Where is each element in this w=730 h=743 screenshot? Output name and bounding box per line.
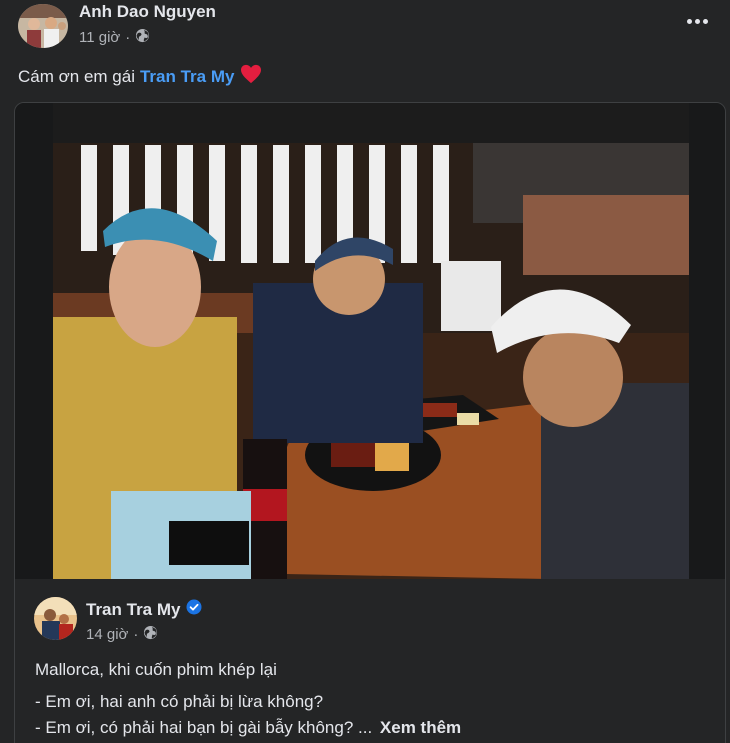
shared-post-body: Tran Tra My 14 giờ · Mallorca, khi cuốn … [15,579,725,743]
mention-link[interactable]: Tran Tra My [140,66,234,88]
verified-badge-icon [186,599,202,620]
shared-photo[interactable] [15,103,725,579]
meta-separator: · [133,626,139,643]
post-header: Anh Dao Nguyen 11 giờ · [0,0,730,56]
globe-icon [143,625,158,645]
shared-author-name[interactable]: Tran Tra My [86,600,180,620]
more-options-icon[interactable] [684,8,710,34]
shared-author-avatar[interactable] [34,597,77,640]
shared-post-time[interactable]: 14 giờ [86,626,128,644]
author-avatar[interactable] [18,4,68,48]
shared-post-text-line2: - Em ơi, hai anh có phải bị lừa không? [35,692,324,711]
meta-separator: · [125,29,131,46]
shared-post[interactable]: Tran Tra My 14 giờ · Mallorca, khi cuốn … [14,102,726,743]
shared-post-text-line1: Mallorca, khi cuốn phim khép lại [35,660,277,679]
author-name[interactable]: Anh Dao Nguyen [79,2,216,22]
post-time[interactable]: 11 giờ [79,29,120,47]
shared-author-row: Tran Tra My [86,599,202,620]
globe-icon [135,28,150,48]
shared-post-meta: 14 giờ · [86,625,158,645]
caption-text: Cám ơn em gái [18,67,135,86]
post-meta: 11 giờ · [79,28,150,48]
post-caption: Cám ơn em gái Tran Tra My [18,64,262,90]
see-more-link[interactable]: Xem thêm [380,718,461,737]
shared-post-text-line3-content: - Em ơi, có phải hai bạn bị gài bẫy khôn… [35,718,373,737]
photo-illustration [53,103,689,579]
heart-icon [240,64,262,90]
shared-post-text-line3: - Em ơi, có phải hai bạn bị gài bẫy khôn… [35,717,461,739]
